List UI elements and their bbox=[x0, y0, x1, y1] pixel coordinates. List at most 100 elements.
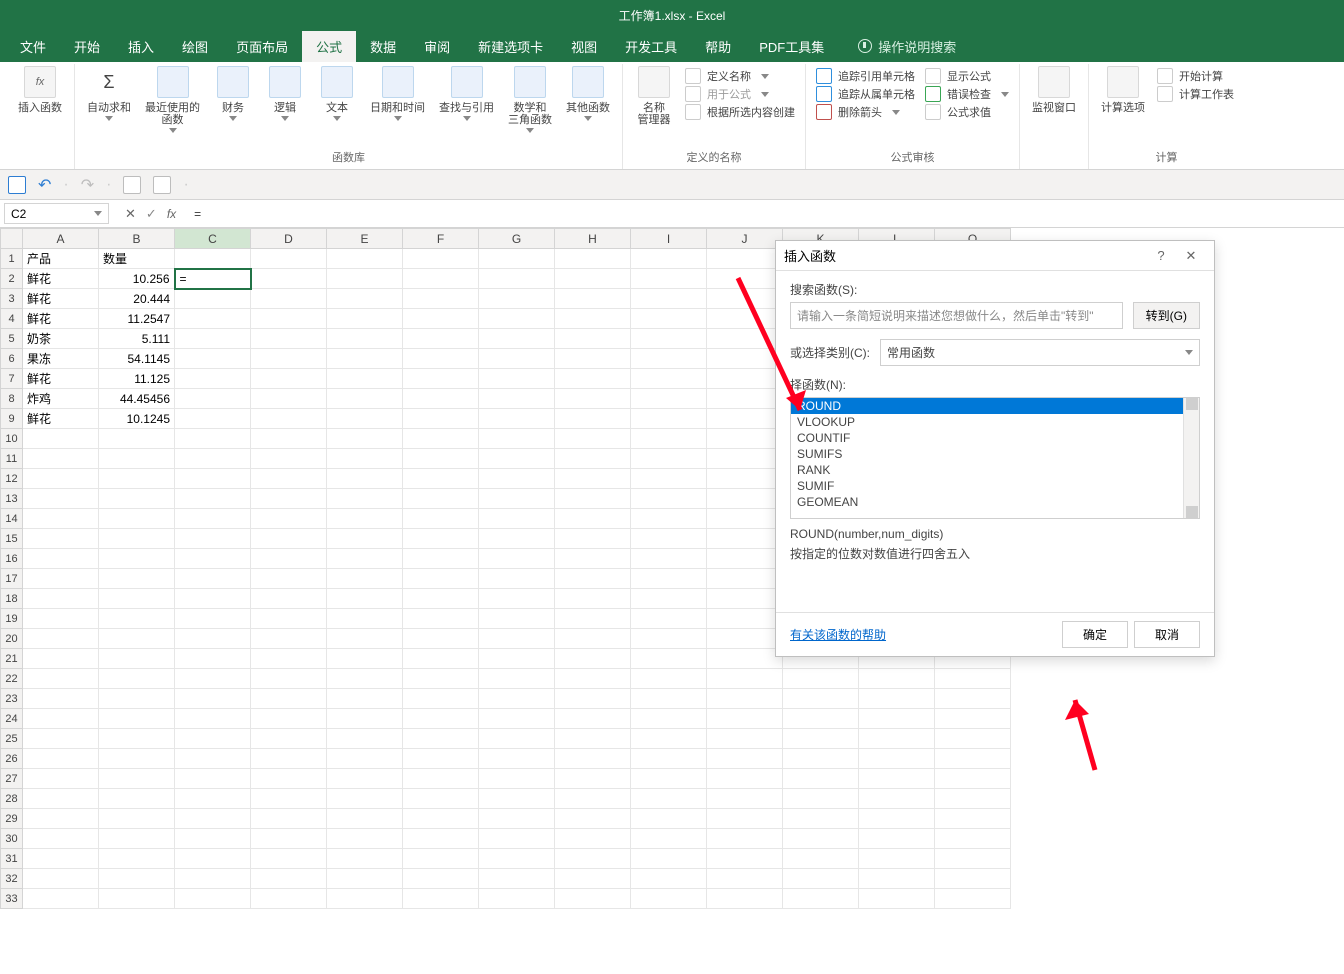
cell[interactable] bbox=[555, 729, 631, 749]
cell[interactable] bbox=[403, 249, 479, 269]
row-header[interactable]: 32 bbox=[1, 869, 23, 889]
function-help-link[interactable]: 有关该函数的帮助 bbox=[790, 626, 886, 643]
cell[interactable] bbox=[327, 349, 403, 369]
cell[interactable] bbox=[935, 669, 1011, 689]
cell[interactable]: 鲜花 bbox=[23, 369, 99, 389]
cell[interactable] bbox=[175, 449, 251, 469]
cell[interactable] bbox=[327, 749, 403, 769]
tab-帮助[interactable]: 帮助 bbox=[691, 31, 745, 62]
cell[interactable] bbox=[479, 269, 555, 289]
cell[interactable] bbox=[327, 709, 403, 729]
cell[interactable] bbox=[403, 869, 479, 889]
cell[interactable] bbox=[555, 829, 631, 849]
cell[interactable] bbox=[707, 349, 783, 369]
cell[interactable] bbox=[175, 789, 251, 809]
cell[interactable] bbox=[99, 549, 175, 569]
cell[interactable] bbox=[707, 589, 783, 609]
cell[interactable] bbox=[479, 389, 555, 409]
cell[interactable] bbox=[23, 749, 99, 769]
cell[interactable] bbox=[479, 709, 555, 729]
cell[interactable] bbox=[479, 289, 555, 309]
cell[interactable] bbox=[327, 249, 403, 269]
cell[interactable] bbox=[707, 889, 783, 909]
cell[interactable] bbox=[403, 289, 479, 309]
cell[interactable] bbox=[403, 669, 479, 689]
tab-新建选项卡[interactable]: 新建选项卡 bbox=[464, 31, 557, 62]
cell[interactable] bbox=[479, 629, 555, 649]
cell[interactable] bbox=[707, 549, 783, 569]
cell[interactable] bbox=[935, 789, 1011, 809]
cell[interactable] bbox=[783, 789, 859, 809]
tab-PDF工具集[interactable]: PDF工具集 bbox=[745, 31, 838, 62]
cell[interactable] bbox=[175, 509, 251, 529]
cell[interactable]: 44.45456 bbox=[99, 389, 175, 409]
cell[interactable] bbox=[23, 869, 99, 889]
cell[interactable]: 鲜花 bbox=[23, 289, 99, 309]
confirm-icon[interactable]: ✓ bbox=[146, 206, 157, 222]
function-list-item[interactable]: GEOMEAN bbox=[791, 494, 1199, 510]
cell[interactable] bbox=[631, 789, 707, 809]
cell[interactable] bbox=[175, 609, 251, 629]
cell[interactable] bbox=[555, 489, 631, 509]
cell[interactable] bbox=[783, 769, 859, 789]
row-header[interactable]: 16 bbox=[1, 549, 23, 569]
cell[interactable] bbox=[251, 269, 327, 289]
trace-dependents-button[interactable]: 追踪从属单元格 bbox=[816, 86, 915, 102]
cell[interactable] bbox=[935, 829, 1011, 849]
insert-function-button[interactable]: fx 插入函数 bbox=[12, 64, 68, 116]
cell[interactable] bbox=[479, 489, 555, 509]
cell[interactable] bbox=[251, 509, 327, 529]
cell[interactable] bbox=[175, 249, 251, 269]
cell[interactable] bbox=[251, 469, 327, 489]
cell[interactable] bbox=[935, 709, 1011, 729]
cell[interactable] bbox=[327, 629, 403, 649]
cell[interactable] bbox=[783, 889, 859, 909]
cell[interactable] bbox=[251, 249, 327, 269]
cell[interactable] bbox=[403, 629, 479, 649]
cell[interactable] bbox=[555, 549, 631, 569]
cell[interactable] bbox=[327, 389, 403, 409]
cell[interactable] bbox=[479, 889, 555, 909]
cell[interactable] bbox=[251, 449, 327, 469]
cell[interactable]: 炸鸡 bbox=[23, 389, 99, 409]
cell[interactable] bbox=[251, 749, 327, 769]
cell[interactable] bbox=[555, 509, 631, 529]
trace-precedents-button[interactable]: 追踪引用单元格 bbox=[816, 68, 915, 84]
cell[interactable] bbox=[555, 369, 631, 389]
cell[interactable] bbox=[479, 309, 555, 329]
cell[interactable] bbox=[99, 489, 175, 509]
cell[interactable] bbox=[403, 329, 479, 349]
cell[interactable] bbox=[631, 469, 707, 489]
formula-input[interactable]: = bbox=[188, 200, 1344, 227]
cell[interactable] bbox=[859, 689, 935, 709]
cell[interactable] bbox=[251, 809, 327, 829]
tell-me-search[interactable]: 操作说明搜索 bbox=[846, 31, 968, 62]
cell[interactable]: 11.125 bbox=[99, 369, 175, 389]
row-header[interactable]: 11 bbox=[1, 449, 23, 469]
cell[interactable] bbox=[631, 729, 707, 749]
function-list-scrollbar[interactable] bbox=[1183, 398, 1199, 518]
cell[interactable] bbox=[555, 689, 631, 709]
library-button[interactable]: 逻辑 bbox=[260, 64, 310, 123]
cell[interactable] bbox=[403, 789, 479, 809]
cell[interactable] bbox=[783, 709, 859, 729]
cell[interactable] bbox=[23, 489, 99, 509]
cell[interactable] bbox=[251, 549, 327, 569]
cell[interactable] bbox=[935, 869, 1011, 889]
cell[interactable] bbox=[479, 849, 555, 869]
function-list-item[interactable]: VLOOKUP bbox=[791, 414, 1199, 430]
tab-绘图[interactable]: 绘图 bbox=[168, 31, 222, 62]
row-header[interactable]: 20 bbox=[1, 629, 23, 649]
cell[interactable] bbox=[251, 489, 327, 509]
tab-插入[interactable]: 插入 bbox=[114, 31, 168, 62]
cell[interactable] bbox=[707, 609, 783, 629]
cell[interactable] bbox=[479, 469, 555, 489]
row-header[interactable]: 21 bbox=[1, 649, 23, 669]
cell[interactable] bbox=[99, 829, 175, 849]
cell[interactable] bbox=[23, 529, 99, 549]
cell[interactable] bbox=[631, 429, 707, 449]
cell[interactable] bbox=[707, 489, 783, 509]
row-header[interactable]: 30 bbox=[1, 829, 23, 849]
cell[interactable] bbox=[175, 709, 251, 729]
cell[interactable] bbox=[251, 729, 327, 749]
